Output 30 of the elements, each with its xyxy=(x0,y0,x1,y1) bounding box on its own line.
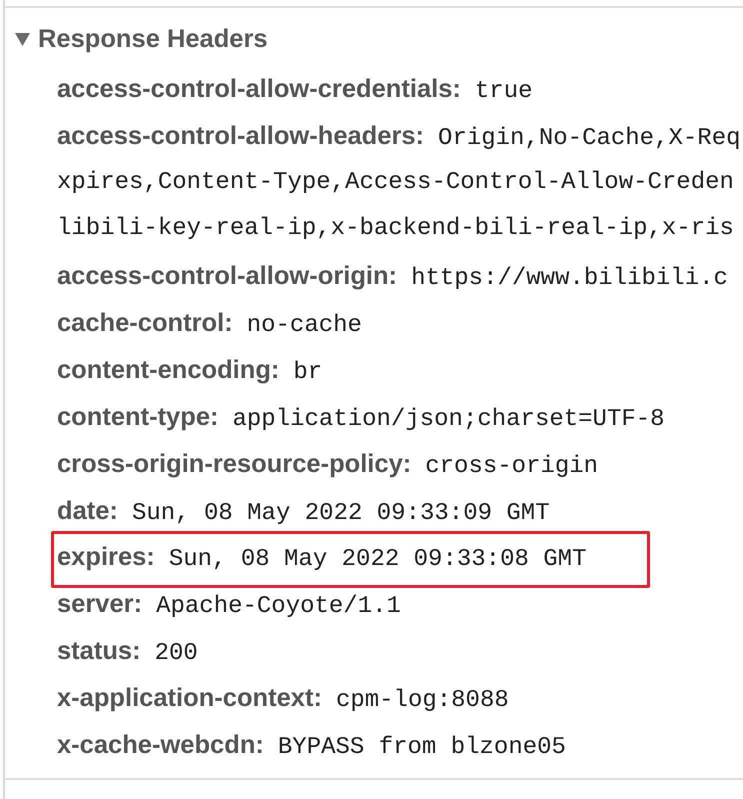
header-value: true xyxy=(474,76,532,107)
header-value: cross-origin xyxy=(425,452,598,482)
header-value: BYPASS from blzone05 xyxy=(278,732,566,763)
header-value: Apache-Coyote/1.1 xyxy=(156,592,401,622)
header-name: x-cache-webcdn: xyxy=(57,730,264,761)
header-name: access-control-allow-headers: xyxy=(57,120,424,152)
header-name: x-application-context: xyxy=(57,683,322,714)
header-name: cache-control: xyxy=(57,308,233,340)
header-value: libili-key-real-ip,x-backend-bili-real-ip,x-ris xyxy=(57,214,734,244)
header-name: access-control-allow-credentials: xyxy=(57,74,461,105)
header-name: expires: xyxy=(57,542,155,574)
header-value: no-cache xyxy=(246,311,362,342)
section-toggle[interactable]: Response Headers xyxy=(15,16,268,63)
header-value: application/json;charset=UTF-8 xyxy=(232,404,665,435)
caret-icon[interactable] xyxy=(15,32,30,46)
header-name: access-control-allow-origin: xyxy=(57,261,398,292)
header-value: br xyxy=(293,358,322,388)
header-name: status: xyxy=(57,636,141,668)
header-value: Sun, 08 May 2022 09:33:09 GMT xyxy=(132,498,550,529)
header-name: content-type: xyxy=(57,402,218,433)
header-name: date: xyxy=(57,496,118,527)
header-value: 200 xyxy=(154,639,198,670)
header-value: https://www.bilibili.c xyxy=(411,264,728,294)
header-value: xpires,Content-Type,Access-Control-Allow-Creden xyxy=(57,168,734,198)
header-value: cpm-log:8088 xyxy=(336,686,509,716)
header-name: server: xyxy=(57,589,142,620)
header-value: Origin,No-Cache,X-Req xyxy=(438,124,740,154)
header-name: cross-origin-resource-policy: xyxy=(57,448,412,480)
header-value: Sun, 08 May 2022 09:33:08 GMT xyxy=(168,545,586,576)
header-name: content-encoding: xyxy=(57,355,280,386)
